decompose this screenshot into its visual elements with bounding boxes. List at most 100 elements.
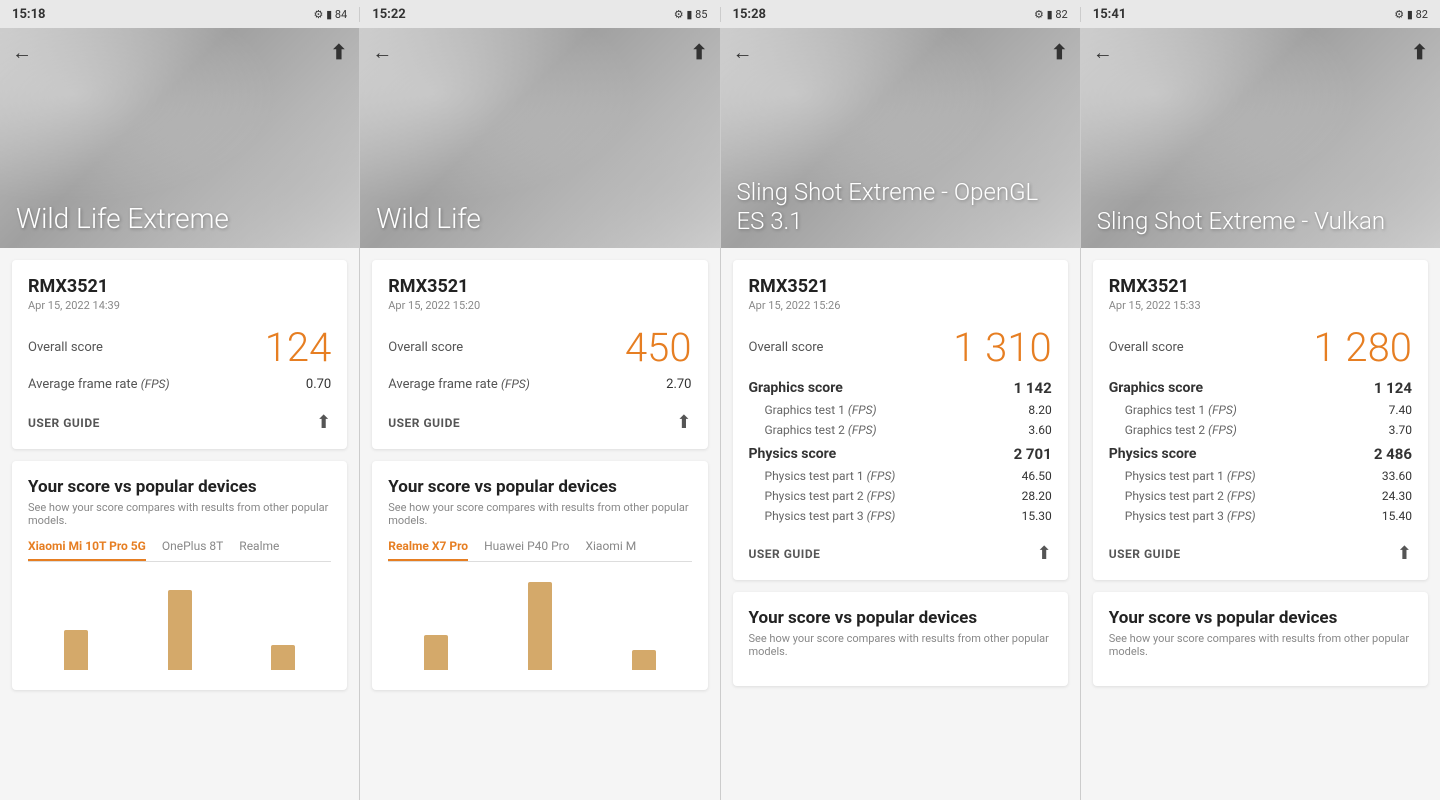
status-segment-4: 15:41 ⚙ ▮ 82 — [1081, 7, 1440, 22]
overall-label-1: Overall score — [28, 340, 103, 355]
user-guide-row-1: USER GUIDE ⬆ — [28, 404, 331, 433]
popular-subtitle-4: See how your score compares with results… — [1109, 632, 1412, 658]
share-icon-banner-2[interactable]: ⬆ — [691, 40, 708, 65]
popular-card-1: Your score vs popular devices See how yo… — [12, 461, 347, 690]
tab-oneplus-1[interactable]: OnePlus 8T — [162, 539, 223, 561]
bar-chart-2 — [388, 574, 691, 674]
p-test1-label-4: Physics test part 1 (FPS) — [1109, 469, 1256, 483]
device-name-4: RMX3521 — [1109, 276, 1412, 297]
bar-b2 — [528, 582, 552, 670]
share-icon-banner-3[interactable]: ⬆ — [1051, 40, 1068, 65]
share-icon-4[interactable]: ⬆ — [1397, 543, 1412, 564]
banner-4: ← ⬆ Sling Shot Extreme - Vulkan — [1081, 28, 1440, 248]
tab-realme-1[interactable]: Realme — [239, 539, 279, 561]
banner-3: ← ⬆ Sling Shot Extreme - OpenGL ES 3.1 — [721, 28, 1080, 248]
g-test1-value-3: 8.20 — [1028, 403, 1051, 417]
popular-card-3: Your score vs popular devices See how yo… — [733, 592, 1068, 686]
physics-section-row-4: Physics score 2 486 — [1109, 445, 1412, 463]
popular-card-4: Your score vs popular devices See how yo… — [1093, 592, 1428, 686]
device-date-3: Apr 15, 2022 15:26 — [749, 299, 1052, 312]
user-guide-row-2: USER GUIDE ⬆ — [388, 404, 691, 433]
g-test2-row-3: Graphics test 2 (FPS) 3.60 — [749, 423, 1052, 437]
tab-xiaomi-1[interactable]: Xiaomi Mi 10T Pro 5G — [28, 539, 146, 561]
share-icon-3[interactable]: ⬆ — [1037, 543, 1052, 564]
g-test2-label-4: Graphics test 2 (FPS) — [1109, 423, 1237, 437]
device-date-4: Apr 15, 2022 15:33 — [1109, 299, 1412, 312]
bar-c1 — [271, 645, 295, 670]
card-area-4: RMX3521 Apr 15, 2022 15:33 Overall score… — [1081, 248, 1440, 800]
panel-4: ← ⬆ Sling Shot Extreme - Vulkan RMX3521 … — [1081, 28, 1440, 800]
physics-label-3: Physics score — [749, 446, 837, 462]
physics-value-4: 2 486 — [1374, 445, 1412, 463]
share-icon-2[interactable]: ⬆ — [676, 412, 691, 433]
share-icon-1[interactable]: ⬆ — [316, 412, 331, 433]
graphics-value-3: 1 142 — [1014, 379, 1052, 397]
fps-value-2: 2.70 — [666, 377, 691, 392]
tab-huawei-2[interactable]: Huawei P40 Pro — [484, 539, 569, 561]
device-card-1: RMX3521 Apr 15, 2022 14:39 Overall score… — [12, 260, 347, 449]
bar-c2 — [632, 650, 656, 670]
user-guide-label-1[interactable]: USER GUIDE — [28, 416, 100, 430]
bar-group-a2 — [388, 635, 484, 670]
device-name-2: RMX3521 — [388, 276, 691, 297]
bar-group-c2 — [596, 650, 692, 670]
banner-nav-1: ← ⬆ — [0, 40, 359, 65]
time-3: 15:28 — [733, 7, 767, 22]
device-card-4: RMX3521 Apr 15, 2022 15:33 Overall score… — [1093, 260, 1428, 580]
panel-2: ← ⬆ Wild Life RMX3521 Apr 15, 2022 15:20… — [360, 28, 720, 800]
time-1: 15:18 — [12, 7, 46, 22]
card-area-2: RMX3521 Apr 15, 2022 15:20 Overall score… — [360, 248, 719, 800]
back-icon-3[interactable]: ← — [733, 40, 753, 65]
p-test3-value-4: 15.40 — [1382, 509, 1412, 523]
banner-1: ← ⬆ Wild Life Extreme — [0, 28, 359, 248]
user-guide-label-3[interactable]: USER GUIDE — [749, 547, 821, 561]
bar-group-b2 — [492, 582, 588, 670]
share-icon-banner-4[interactable]: ⬆ — [1411, 40, 1428, 65]
fps-label-2: Average frame rate (FPS) — [388, 377, 530, 392]
g-test2-row-4: Graphics test 2 (FPS) 3.70 — [1109, 423, 1412, 437]
overall-row-2: Overall score 450 — [388, 324, 691, 371]
g-test2-value-3: 3.60 — [1028, 423, 1051, 437]
device-card-3: RMX3521 Apr 15, 2022 15:26 Overall score… — [733, 260, 1068, 580]
fps-label-1: Average frame rate (FPS) — [28, 377, 170, 392]
back-icon-4[interactable]: ← — [1093, 40, 1113, 65]
overall-value-2: 450 — [625, 324, 692, 371]
user-guide-row-3: USER GUIDE ⬆ — [749, 535, 1052, 564]
banner-nav-2: ← ⬆ — [360, 40, 719, 65]
overall-label-4: Overall score — [1109, 340, 1184, 355]
g-test1-label-4: Graphics test 1 (FPS) — [1109, 403, 1237, 417]
physics-label-4: Physics score — [1109, 446, 1197, 462]
p-test1-row-3: Physics test part 1 (FPS) 46.50 — [749, 469, 1052, 483]
bar-group-c1 — [236, 645, 332, 670]
device-name-1: RMX3521 — [28, 276, 331, 297]
user-guide-row-4: USER GUIDE ⬆ — [1109, 535, 1412, 564]
graphics-section-row-3: Graphics score 1 142 — [749, 379, 1052, 397]
back-icon-2[interactable]: ← — [372, 40, 392, 65]
device-name-3: RMX3521 — [749, 276, 1052, 297]
p-test2-row-4: Physics test part 2 (FPS) 24.30 — [1109, 489, 1412, 503]
bar-chart-1 — [28, 574, 331, 674]
p-test1-row-4: Physics test part 1 (FPS) 33.60 — [1109, 469, 1412, 483]
bar-a2 — [424, 635, 448, 670]
physics-value-3: 2 701 — [1014, 445, 1052, 463]
p-test2-value-3: 28.20 — [1022, 489, 1052, 503]
p-test2-label-4: Physics test part 2 (FPS) — [1109, 489, 1256, 503]
graphics-value-4: 1 124 — [1374, 379, 1412, 397]
tab-realme-x7-2[interactable]: Realme X7 Pro — [388, 539, 468, 561]
banner-title-4: Sling Shot Extreme - Vulkan — [1097, 207, 1424, 236]
popular-tabs-2: Realme X7 Pro Huawei P40 Pro Xiaomi M — [388, 539, 691, 562]
user-guide-label-2[interactable]: USER GUIDE — [388, 416, 460, 430]
p-test3-value-3: 15.30 — [1022, 509, 1052, 523]
share-icon-banner-1[interactable]: ⬆ — [330, 40, 347, 65]
status-segment-3: 15:28 ⚙ ▮ 82 — [721, 7, 1081, 22]
graphics-section-row-4: Graphics score 1 124 — [1109, 379, 1412, 397]
g-test2-value-4: 3.70 — [1389, 423, 1412, 437]
graphics-label-4: Graphics score — [1109, 380, 1203, 396]
bar-group-b1 — [132, 590, 228, 670]
overall-row-1: Overall score 124 — [28, 324, 331, 371]
g-test1-row-3: Graphics test 1 (FPS) 8.20 — [749, 403, 1052, 417]
back-icon-1[interactable]: ← — [12, 40, 32, 65]
user-guide-label-4[interactable]: USER GUIDE — [1109, 547, 1181, 561]
overall-value-4: 1 280 — [1314, 324, 1413, 371]
tab-xiaomi-m-2[interactable]: Xiaomi M — [585, 539, 636, 561]
